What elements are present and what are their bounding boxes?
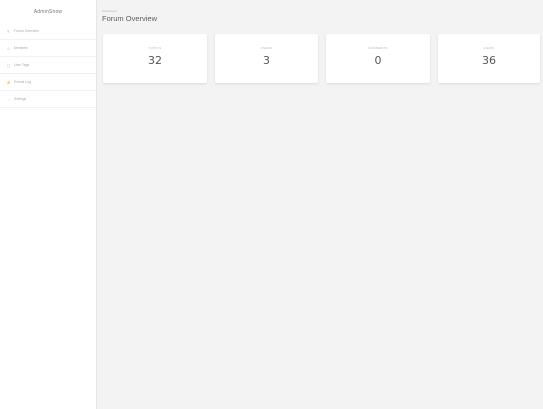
breadcrumb[interactable]: Dashboard <box>102 9 543 13</box>
bolt-icon: ⚡ <box>6 79 11 85</box>
stat-card-views: VIEWS 36 <box>438 34 540 83</box>
sidebar-nav: ✎ Forum Overview ☺ Members ▢ User Tags ⚡… <box>0 23 96 108</box>
sidebar-item-label: Events Log <box>14 80 31 84</box>
sidebar-item-settings[interactable]: ◦ Settings <box>0 91 96 108</box>
sidebar-item-events-log[interactable]: ⚡ Events Log <box>0 74 96 91</box>
sidebar-item-label: Settings <box>14 97 27 101</box>
sidebar-item-user-tags[interactable]: ▢ User Tags <box>0 57 96 74</box>
app-window: AdminSnow ✎ Forum Overview ☺ Members ▢ U… <box>0 0 543 409</box>
stat-label: COMMENTS <box>368 46 388 50</box>
stat-value: 32 <box>148 54 162 67</box>
stat-value: 36 <box>482 54 496 67</box>
chat-icon: ✎ <box>6 28 11 34</box>
stat-label: USERS <box>260 46 273 50</box>
sidebar-item-label: Forum Overview <box>14 29 39 33</box>
stat-card-users: USERS 3 <box>215 34 318 83</box>
sidebar-item-forum-overview[interactable]: ✎ Forum Overview <box>0 23 96 40</box>
settings-icon: ◦ <box>7 96 10 102</box>
sidebar-item-label: Members <box>14 46 29 50</box>
stat-value: 0 <box>374 54 382 67</box>
stats-cards: TOPICS 32 USERS 3 COMMENTS 0 VIEWS 36 <box>97 34 543 84</box>
users-icon: ☺ <box>6 45 11 51</box>
sidebar: AdminSnow ✎ Forum Overview ☺ Members ▢ U… <box>0 0 97 409</box>
sidebar-item-label: User Tags <box>14 63 30 67</box>
page-title: Forum Overview <box>102 14 158 23</box>
stat-card-comments: COMMENTS 0 <box>326 34 430 83</box>
page-header: Dashboard Forum Overview <box>97 0 543 33</box>
stat-label: VIEWS <box>483 46 495 50</box>
brand-logo[interactable]: AdminSnow <box>0 0 96 22</box>
stat-value: 3 <box>263 54 270 67</box>
tag-icon: ▢ <box>6 62 11 68</box>
sidebar-item-members[interactable]: ☺ Members <box>0 40 96 57</box>
stat-label: TOPICS <box>148 46 162 50</box>
stat-card-topics: TOPICS 32 <box>103 34 207 83</box>
main-content: Dashboard Forum Overview TOPICS 32 USERS… <box>97 0 543 409</box>
